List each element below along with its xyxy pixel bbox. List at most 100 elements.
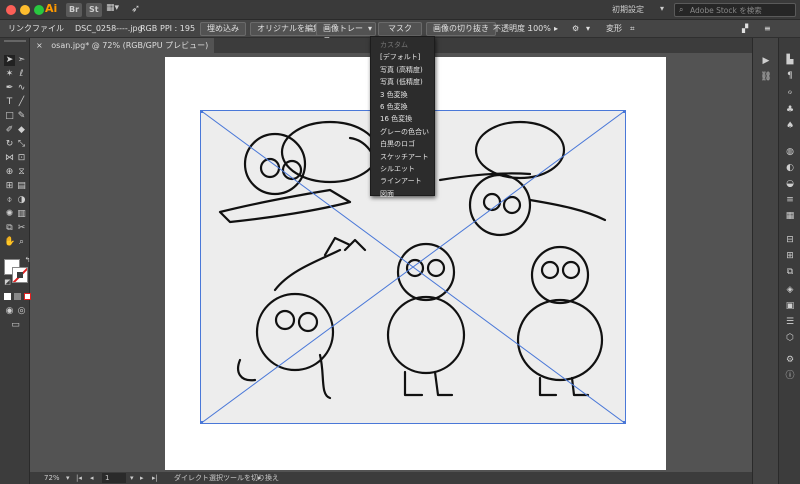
document-info-panel-icon[interactable]: ⚙ bbox=[783, 354, 797, 366]
chevron-down-icon[interactable]: ▾ bbox=[660, 4, 664, 13]
arrange-icon[interactable]: ▞ bbox=[742, 23, 748, 35]
symbols-panel-icon[interactable]: ♣ bbox=[783, 104, 797, 116]
status-menu-arrow-icon[interactable]: ▸ bbox=[258, 472, 262, 484]
zoom-level[interactable]: 72% bbox=[44, 472, 60, 484]
default-fill-stroke-icon[interactable]: ◩ bbox=[2, 277, 13, 288]
stroke-panel-icon[interactable]: ≡ bbox=[783, 194, 797, 206]
gpu-performance-icon[interactable]: ➶ bbox=[131, 2, 140, 15]
close-tab-icon[interactable]: × bbox=[36, 41, 43, 50]
swap-fill-stroke-icon[interactable]: ↰ bbox=[22, 255, 33, 266]
file-name-link[interactable]: DSC_0258----.jpg bbox=[75, 23, 143, 35]
trace-preset-menu-item[interactable]: グレーの色合い bbox=[371, 126, 434, 138]
gradient-tool-icon[interactable]: ▤ bbox=[16, 181, 27, 192]
layers-panel-icon[interactable]: ◈ bbox=[783, 284, 797, 296]
appearance-panel-icon[interactable]: ◍ bbox=[783, 146, 797, 158]
trace-preset-menu-item[interactable]: ラインアート bbox=[371, 175, 434, 187]
width-tool-icon[interactable]: ⋈ bbox=[4, 153, 15, 164]
crop-image-button[interactable]: 画像の切り抜き bbox=[426, 22, 496, 36]
gradient-panel-icon[interactable]: ▦ bbox=[783, 210, 797, 222]
stock-button[interactable]: St bbox=[86, 3, 102, 17]
screen-mode-icon[interactable]: ▭ bbox=[10, 320, 21, 331]
transform-link[interactable]: 変形 bbox=[606, 23, 622, 35]
zoom-tool-icon[interactable]: ⌕ bbox=[16, 237, 27, 248]
stroke-swatch[interactable] bbox=[12, 267, 28, 283]
embed-button[interactable]: 埋め込み bbox=[200, 22, 246, 36]
chevron-down-icon[interactable]: ▾ bbox=[586, 23, 590, 35]
slice-tool-icon[interactable]: ✂ bbox=[16, 223, 27, 234]
pencil-tool-icon[interactable]: ✎ bbox=[16, 111, 27, 122]
align-panel-icon[interactable]: ⊟ bbox=[783, 234, 797, 246]
perspective-grid-tool-icon[interactable]: ⧖ bbox=[16, 167, 27, 178]
last-artboard-icon[interactable]: ▸| bbox=[152, 472, 158, 484]
chevron-down-icon[interactable]: ▾ bbox=[66, 472, 70, 484]
draw-behind-icon[interactable]: ◎ bbox=[16, 306, 27, 317]
panel-menu-icon[interactable]: ≡ bbox=[764, 23, 771, 35]
trace-preset-menu-item[interactable]: スケッチアート bbox=[371, 151, 434, 163]
trace-preset-menu-item[interactable]: 写真 (低精度) bbox=[371, 76, 434, 88]
actions-panel-icon[interactable]: ▶ bbox=[759, 55, 773, 67]
close-window-button[interactable] bbox=[6, 5, 16, 15]
asset-export-panel-icon[interactable]: ☰ bbox=[783, 316, 797, 328]
curvature-tool-icon[interactable]: ∿ bbox=[16, 83, 27, 94]
symbol-sprayer-tool-icon[interactable]: ✺ bbox=[4, 209, 15, 220]
type-tool-icon[interactable]: T bbox=[4, 97, 15, 108]
properties-panel-icon[interactable]: ▙ bbox=[783, 54, 797, 66]
links-panel-icon[interactable]: ⛓ bbox=[759, 71, 773, 83]
pathfinder-panel-icon[interactable]: ⧉ bbox=[783, 266, 797, 278]
trace-preset-menu-item[interactable]: 写真 (高精度) bbox=[371, 64, 434, 76]
direct-selection-tool-icon[interactable]: ➣ bbox=[16, 55, 27, 66]
pen-tool-icon[interactable]: ✒ bbox=[4, 83, 15, 94]
bridge-button[interactable]: Br bbox=[66, 3, 83, 17]
libraries-panel-icon[interactable]: ⬡ bbox=[783, 332, 797, 344]
mesh-tool-icon[interactable]: ⊞ bbox=[4, 181, 15, 192]
recolor-icon[interactable]: ⚙ bbox=[572, 23, 579, 35]
hand-tool-icon[interactable]: ✋ bbox=[4, 237, 15, 248]
chevron-down-icon[interactable]: ▾ bbox=[130, 472, 134, 484]
trace-preset-dropdown-icon[interactable]: ▾ bbox=[368, 24, 372, 33]
lasso-tool-icon[interactable]: ℓ bbox=[16, 69, 27, 80]
magic-wand-tool-icon[interactable]: ✶ bbox=[4, 69, 15, 80]
arrange-documents-icon[interactable]: ▦▾ bbox=[106, 3, 124, 17]
mask-button[interactable]: マスク bbox=[378, 22, 422, 36]
draw-normal-icon[interactable]: ◉ bbox=[4, 306, 15, 317]
trace-preset-menu-item[interactable]: 白黒のロゴ bbox=[371, 138, 434, 150]
minimize-window-button[interactable] bbox=[20, 5, 30, 15]
workspace-switcher[interactable]: 初期設定 bbox=[612, 4, 644, 15]
scale-tool-icon[interactable]: ⤡ bbox=[16, 139, 27, 150]
transparency-panel-icon[interactable]: ◒ bbox=[783, 178, 797, 190]
artboards-panel-icon[interactable]: ▣ bbox=[783, 300, 797, 312]
document-tab[interactable]: × osan.jpg* @ 72% (RGB/GPU プレビュー) bbox=[30, 38, 215, 53]
blend-tool-icon[interactable]: ◑ bbox=[16, 195, 27, 206]
selection-tool-icon[interactable]: ➤ bbox=[4, 55, 15, 66]
artboard-number-field[interactable]: 1 bbox=[102, 473, 126, 483]
isolate-icon[interactable]: ⌗ bbox=[630, 23, 635, 35]
transform-panel-icon[interactable]: ⊞ bbox=[783, 250, 797, 262]
trace-preset-menu-item[interactable]: [デフォルト] bbox=[371, 51, 434, 63]
trace-preset-menu-item[interactable]: 図面 bbox=[371, 188, 434, 200]
chevron-right-icon[interactable]: ▸ bbox=[554, 23, 558, 35]
previous-artboard-icon[interactable]: ◂ bbox=[90, 472, 94, 484]
trace-preset-menu-item[interactable]: シルエット bbox=[371, 163, 434, 175]
next-artboard-icon[interactable]: ▸ bbox=[140, 472, 144, 484]
line-tool-icon[interactable]: ╱ bbox=[16, 97, 27, 108]
zoom-window-button[interactable] bbox=[34, 5, 44, 15]
brushes-panel-icon[interactable]: ¶ bbox=[783, 70, 797, 82]
graph-tool-icon[interactable]: ▥ bbox=[16, 209, 27, 220]
color-mode-button[interactable] bbox=[4, 293, 11, 300]
graphic-styles-panel-icon[interactable]: ◐ bbox=[783, 162, 797, 174]
trace-preset-menu-item[interactable]: 16 色変換 bbox=[371, 113, 434, 125]
rectangle-tool-icon[interactable]: □ bbox=[4, 111, 15, 122]
opentype-panel-icon[interactable]: ℴ bbox=[783, 86, 797, 98]
artboard-tool-icon[interactable]: ⧉ bbox=[4, 223, 15, 234]
shape-builder-tool-icon[interactable]: ⊕ bbox=[4, 167, 15, 178]
panel-grip[interactable] bbox=[4, 40, 26, 42]
opacity-label[interactable]: 不透明度 : bbox=[493, 23, 530, 35]
image-trace-preset-menu[interactable]: カスタム [デフォルト] 写真 (高精度) 写真 (低精度) 3 色変換 6 色変換 16 … bbox=[370, 36, 435, 198]
trace-preset-menu-item[interactable]: 3 色変換 bbox=[371, 89, 434, 101]
free-transform-tool-icon[interactable]: ⊡ bbox=[16, 153, 27, 164]
trace-preset-menu-item[interactable]: 6 色変換 bbox=[371, 101, 434, 113]
eraser-tool-icon[interactable]: ◆ bbox=[16, 125, 27, 136]
gradient-mode-button[interactable] bbox=[14, 293, 21, 300]
none-mode-button[interactable] bbox=[24, 293, 31, 300]
opacity-value[interactable]: 100% bbox=[528, 23, 551, 35]
